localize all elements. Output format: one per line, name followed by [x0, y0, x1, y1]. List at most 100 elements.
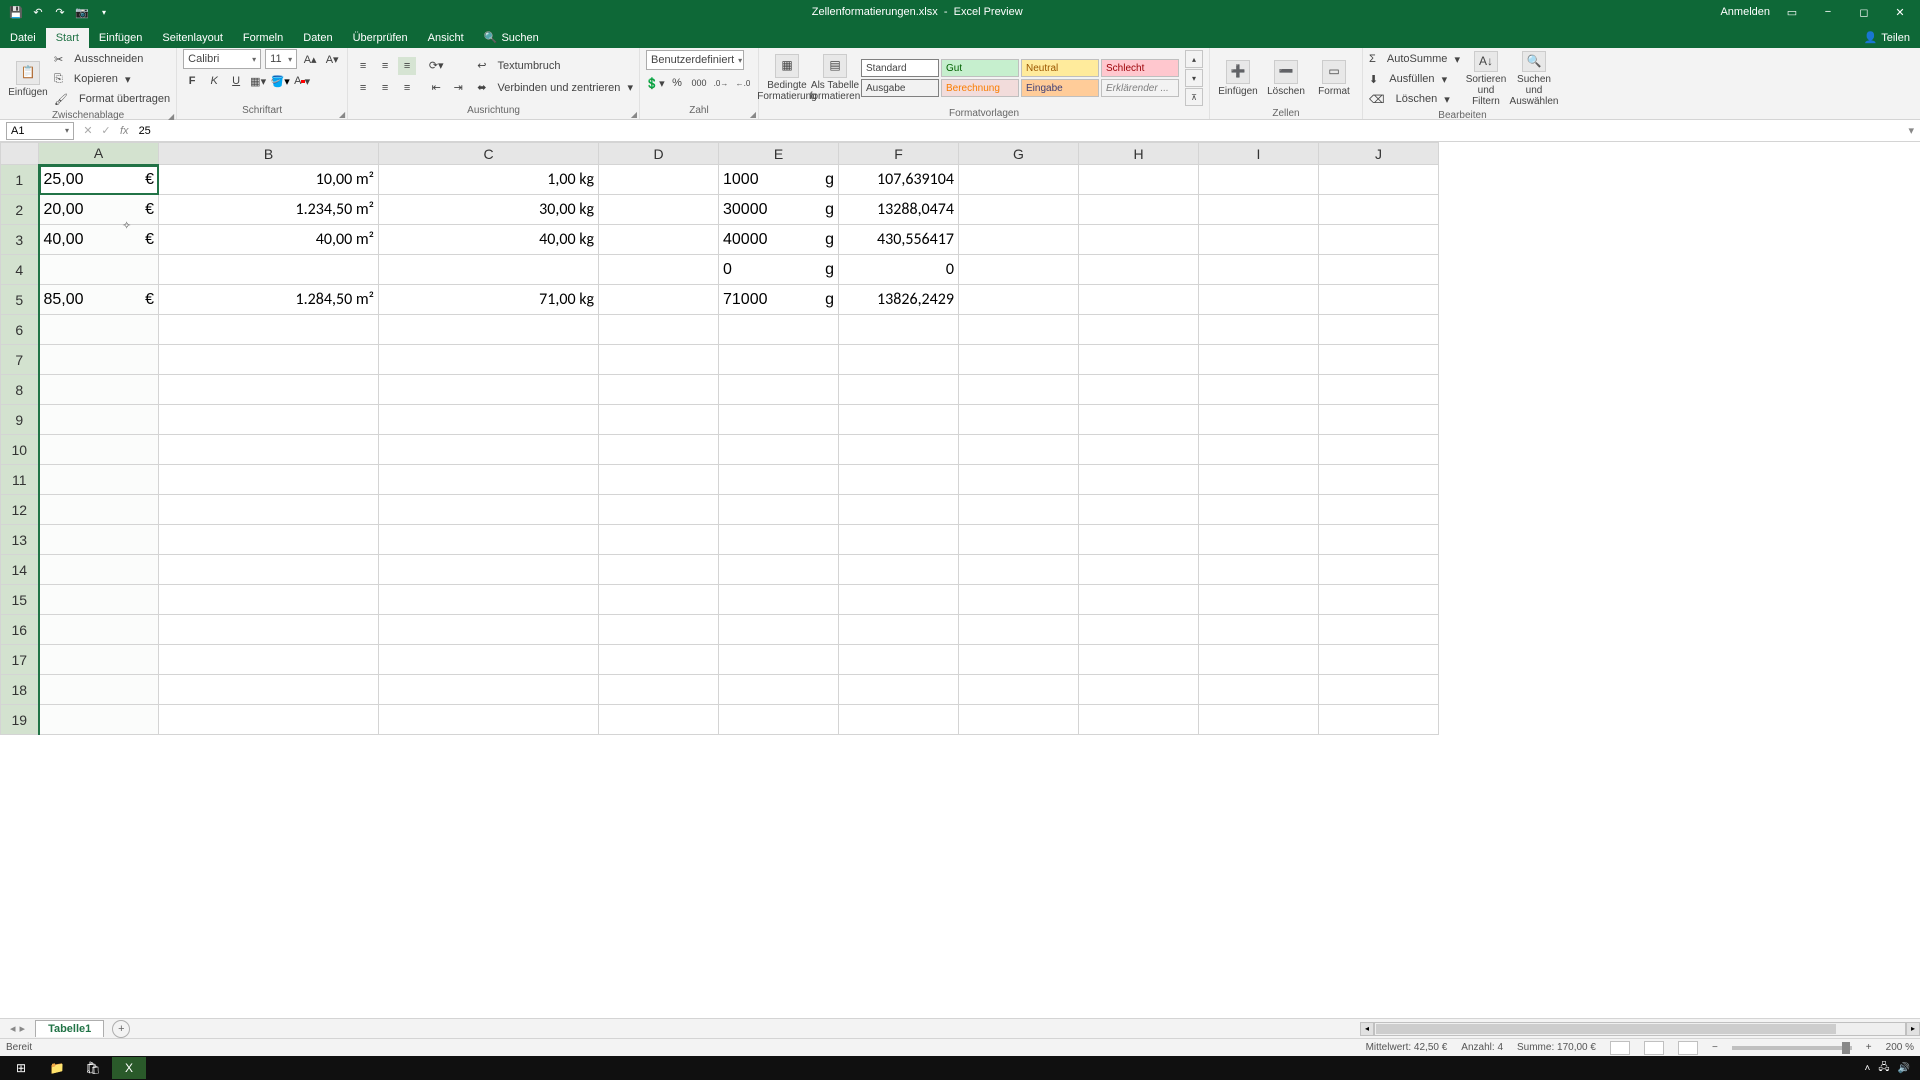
cell-J8[interactable] [1319, 375, 1439, 405]
taskbar-explorer-icon[interactable]: 📁 [40, 1057, 74, 1079]
maximize-button[interactable]: ◻ [1850, 0, 1878, 24]
cell-B15[interactable] [159, 585, 379, 615]
zoom-slider[interactable] [1732, 1046, 1852, 1050]
cell-E7[interactable] [719, 345, 839, 375]
cell-D18[interactable] [599, 675, 719, 705]
cell-J17[interactable] [1319, 645, 1439, 675]
cell-F13[interactable] [839, 525, 959, 555]
row-header-12[interactable]: 12 [1, 495, 39, 525]
cell-E19[interactable] [719, 705, 839, 735]
cell-G18[interactable] [959, 675, 1079, 705]
cell-I10[interactable] [1199, 435, 1319, 465]
row-header-4[interactable]: 4 [1, 255, 39, 285]
cell-J1[interactable] [1319, 165, 1439, 195]
cell-F12[interactable] [839, 495, 959, 525]
styles-scroll-down-icon[interactable]: ▾ [1185, 69, 1203, 87]
cell-G2[interactable] [959, 195, 1079, 225]
cell-E17[interactable] [719, 645, 839, 675]
cell-D17[interactable] [599, 645, 719, 675]
clear-button[interactable]: ⌫ Löschen ▾ [1369, 90, 1460, 108]
cell-A6[interactable] [39, 315, 159, 345]
cell-H5[interactable] [1079, 285, 1199, 315]
cell-B1[interactable]: 10,00 m² [159, 165, 379, 195]
italic-button[interactable]: K [205, 72, 223, 90]
cell-style-calc[interactable]: Berechnung [941, 79, 1019, 97]
cell-E9[interactable] [719, 405, 839, 435]
cell-F16[interactable] [839, 615, 959, 645]
cell-C7[interactable] [379, 345, 599, 375]
decrease-font-icon[interactable]: A▾ [323, 50, 341, 68]
cell-G9[interactable] [959, 405, 1079, 435]
row-header-19[interactable]: 19 [1, 705, 39, 735]
zoom-level[interactable]: 200 % [1886, 1042, 1914, 1053]
cell-G5[interactable] [959, 285, 1079, 315]
view-pagelayout-icon[interactable] [1644, 1041, 1664, 1055]
save-icon[interactable]: 💾 [8, 4, 24, 20]
cell-G19[interactable] [959, 705, 1079, 735]
column-header-B[interactable]: B [159, 143, 379, 165]
enter-formula-icon[interactable]: ✓ [98, 124, 114, 137]
cell-J11[interactable] [1319, 465, 1439, 495]
cell-F8[interactable] [839, 375, 959, 405]
cell-H15[interactable] [1079, 585, 1199, 615]
cell-D14[interactable] [599, 555, 719, 585]
row-header-1[interactable]: 1 [1, 165, 39, 195]
cell-H19[interactable] [1079, 705, 1199, 735]
row-header-6[interactable]: 6 [1, 315, 39, 345]
decrease-indent-icon[interactable]: ⇤ [427, 79, 445, 97]
cell-D11[interactable] [599, 465, 719, 495]
font-size-combo[interactable]: 11▾ [265, 49, 297, 69]
cell-G8[interactable] [959, 375, 1079, 405]
clipboard-launcher-icon[interactable]: ◢ [168, 112, 174, 121]
row-header-17[interactable]: 17 [1, 645, 39, 675]
cell-C2[interactable]: 30,00 kg [379, 195, 599, 225]
number-launcher-icon[interactable]: ◢ [750, 110, 756, 119]
tab-pagelayout[interactable]: Seitenlayout [152, 28, 233, 48]
cell-H12[interactable] [1079, 495, 1199, 525]
cell-F10[interactable] [839, 435, 959, 465]
tray-network-icon[interactable]: 🖧 [1878, 1060, 1889, 1077]
cell-B13[interactable] [159, 525, 379, 555]
cell-C15[interactable] [379, 585, 599, 615]
column-header-C[interactable]: C [379, 143, 599, 165]
cell-J12[interactable] [1319, 495, 1439, 525]
comma-format-icon[interactable]: 000 [690, 74, 708, 92]
cell-C1[interactable]: 1,00 kg [379, 165, 599, 195]
cell-I18[interactable] [1199, 675, 1319, 705]
cell-D4[interactable] [599, 255, 719, 285]
cell-D16[interactable] [599, 615, 719, 645]
cell-F1[interactable]: 107,639104 [839, 165, 959, 195]
cell-I17[interactable] [1199, 645, 1319, 675]
row-header-13[interactable]: 13 [1, 525, 39, 555]
cell-F15[interactable] [839, 585, 959, 615]
cell-A10[interactable] [39, 435, 159, 465]
cell-A3[interactable]: 40,00€ [39, 225, 159, 255]
cell-D8[interactable] [599, 375, 719, 405]
column-header-G[interactable]: G [959, 143, 1079, 165]
cell-D5[interactable] [599, 285, 719, 315]
row-header-5[interactable]: 5 [1, 285, 39, 315]
cell-I13[interactable] [1199, 525, 1319, 555]
select-all-corner[interactable] [1, 143, 39, 165]
cell-A8[interactable] [39, 375, 159, 405]
cell-G13[interactable] [959, 525, 1079, 555]
cell-J10[interactable] [1319, 435, 1439, 465]
cell-F19[interactable] [839, 705, 959, 735]
paste-button[interactable]: 📋 Einfügen [6, 51, 50, 107]
cell-H18[interactable] [1079, 675, 1199, 705]
hscroll-left-icon[interactable]: ◂ [1360, 1022, 1374, 1036]
cell-C14[interactable] [379, 555, 599, 585]
column-header-J[interactable]: J [1319, 143, 1439, 165]
formula-input[interactable]: 25 [135, 125, 1903, 137]
font-launcher-icon[interactable]: ◢ [339, 110, 345, 119]
cell-A11[interactable] [39, 465, 159, 495]
increase-font-icon[interactable]: A▴ [301, 50, 319, 68]
cell-E10[interactable] [719, 435, 839, 465]
sheet-nav-first-icon[interactable]: ◂ [10, 1022, 16, 1035]
cell-H2[interactable] [1079, 195, 1199, 225]
cell-I15[interactable] [1199, 585, 1319, 615]
cell-G7[interactable] [959, 345, 1079, 375]
fill-color-button[interactable]: 🪣▾ [271, 72, 289, 90]
cell-C3[interactable]: 40,00 kg [379, 225, 599, 255]
font-name-combo[interactable]: Calibri▾ [183, 49, 261, 69]
